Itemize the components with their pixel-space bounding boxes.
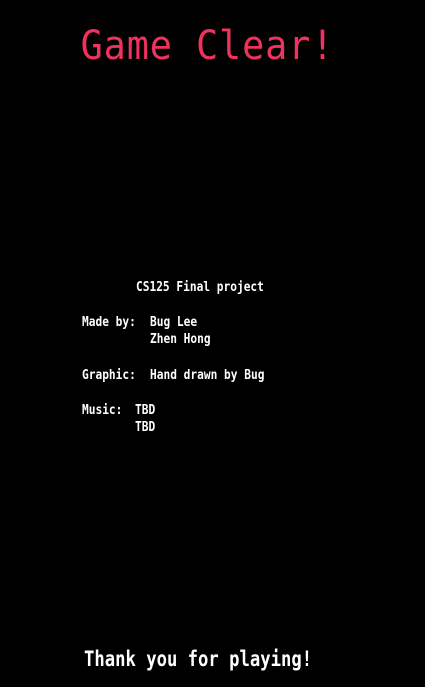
music-credit-2: TBD [135,420,156,435]
made-by-name-2: Zhen Hong [150,332,211,347]
game-clear-screen: Game Clear! CS125 Final project Made by:… [0,0,425,687]
music-label: Music: [82,403,123,418]
music-credit-1: TBD [135,403,156,418]
graphic-credit: Hand drawn by Bug [150,368,265,383]
graphic-label: Graphic: [82,368,136,383]
made-by-name-1: Bug Lee [150,315,198,330]
thanks-message: Thank you for playing! [84,647,313,671]
credits-panel: CS125 Final project Made by: Bug Lee Zhe… [0,0,425,687]
made-by-label: Made by: [82,315,136,330]
project-name: CS125 Final project [136,280,264,295]
